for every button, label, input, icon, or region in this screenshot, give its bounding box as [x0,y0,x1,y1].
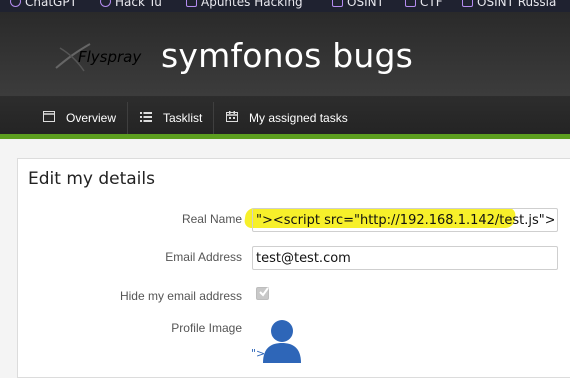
bookmark-osint[interactable]: OSINT [332,0,384,10]
bookmark-label: CTF [420,0,443,9]
checkmark-icon [259,287,269,297]
bookmark-label: Hack Tu [115,0,162,9]
bookmark-chatgpt[interactable]: ChatGPT [10,0,77,10]
folder-icon [405,0,416,7]
bookmark-apuntes-hacking[interactable]: Apuntes Hacking [186,0,303,10]
bookmarks-bar: ChatGPT Hack Tu Apuntes Hacking OSINT CT… [0,0,570,12]
email-label: Email Address [165,250,242,264]
list-icon [140,112,152,122]
avatar-icon[interactable] [262,319,302,363]
page-title: symfonos bugs [161,36,414,75]
site-header: Flyspray symfonos bugs [0,12,570,96]
profile-image-label: Profile Image [171,321,242,335]
flyspray-logo[interactable]: Flyspray [50,38,142,74]
hide-email-label: Hide my email address [119,289,242,303]
bookmark-label: ChatGPT [25,0,77,9]
bookmark-ctf[interactable]: CTF [405,0,443,10]
section-title: Edit my details [28,169,155,189]
real-name-input[interactable] [252,208,558,232]
globe-icon [100,0,111,7]
tab-tasklist[interactable]: Tasklist [163,96,202,134]
globe-icon [10,0,21,7]
bookmark-hack-tu[interactable]: Hack Tu [100,0,162,10]
tab-overview[interactable]: Overview [66,96,116,134]
nav-divider [213,102,214,134]
logo-text: Flyspray [78,48,142,66]
main-nav: Overview Tasklist My assigned tasks [0,96,570,134]
folder-icon [186,0,197,7]
tab-my-assigned-tasks[interactable]: My assigned tasks [249,96,348,134]
bookmark-osint-russia[interactable]: OSINT Russia [462,0,556,10]
bookmark-label: OSINT [347,0,384,9]
window-icon [43,111,55,122]
folder-icon [462,0,473,7]
email-input[interactable] [252,246,558,270]
calendar-icon [226,111,238,122]
bookmark-label: Apuntes Hacking [201,0,303,9]
bookmark-label: OSINT Russia [477,0,557,9]
nav-divider [127,102,128,134]
real-name-label: Real Name [181,212,242,226]
accent-bar [0,134,570,139]
folder-icon [332,0,343,7]
